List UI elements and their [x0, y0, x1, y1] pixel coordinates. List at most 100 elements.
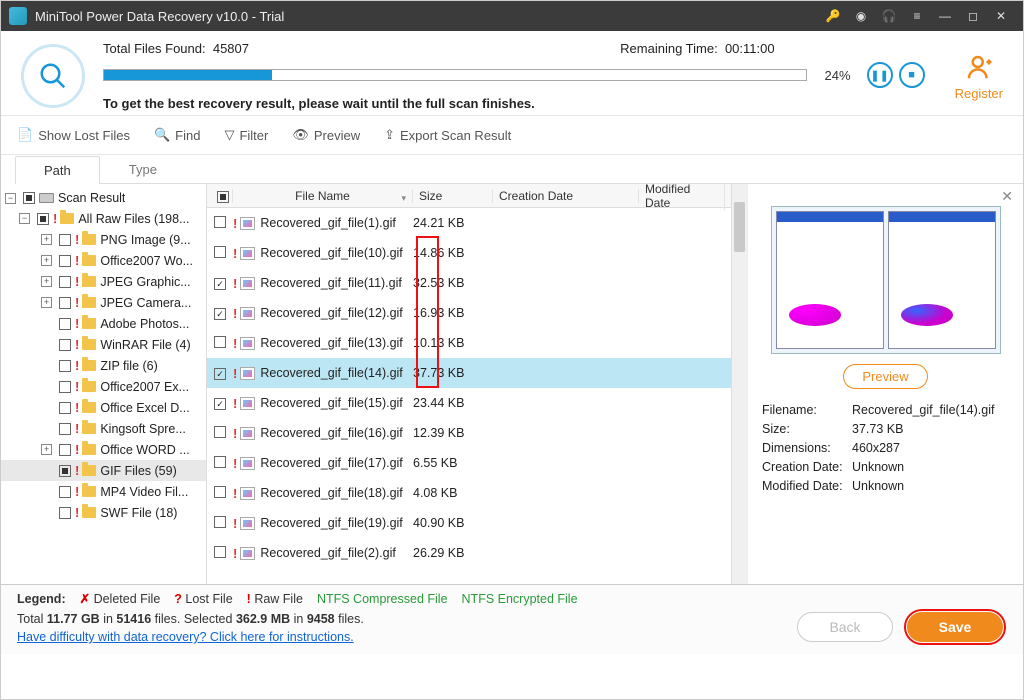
col-modified-date[interactable]: Modified Date: [639, 184, 725, 210]
file-icon: [240, 487, 255, 500]
menu-icon[interactable]: ≡: [905, 4, 929, 28]
file-icon: [240, 277, 255, 290]
col-creation-date[interactable]: Creation Date: [493, 189, 639, 203]
file-row[interactable]: !Recovered_gif_file(2).gif26.29 KB: [207, 538, 731, 568]
meta-size-label: Size:: [762, 422, 852, 436]
file-row[interactable]: !Recovered_gif_file(16).gif12.39 KB: [207, 418, 731, 448]
meta-creation-value: Unknown: [852, 460, 904, 474]
main-panel: −Scan Result −!All Raw Files (198...+!PN…: [1, 184, 1023, 584]
file-checkbox[interactable]: [214, 336, 226, 348]
headphones-icon[interactable]: 🎧: [877, 4, 901, 28]
tree-item[interactable]: +!Office2007 Wo...: [1, 250, 206, 271]
col-filename[interactable]: File Name▾: [233, 189, 413, 203]
file-icon: [240, 547, 255, 560]
tree-item[interactable]: !Office Excel D...: [1, 397, 206, 418]
progress-bar: [103, 69, 807, 81]
tree-item[interactable]: !Adobe Photos...: [1, 313, 206, 334]
maximize-button[interactable]: ◻: [961, 4, 985, 28]
file-row[interactable]: ✓!Recovered_gif_file(15).gif23.44 KB: [207, 388, 731, 418]
file-checkbox[interactable]: [214, 546, 226, 558]
select-all-checkbox[interactable]: [217, 191, 229, 203]
tree-item[interactable]: +!JPEG Camera...: [1, 292, 206, 313]
file-icon: [240, 247, 255, 260]
tree-item[interactable]: !Office2007 Ex...: [1, 376, 206, 397]
scan-progress-section: Total Files Found: 45807 Remaining Time:…: [1, 31, 1023, 115]
file-name: Recovered_gif_file(16).gif: [260, 426, 402, 440]
key-icon[interactable]: 🔑: [821, 4, 845, 28]
file-checkbox[interactable]: ✓: [214, 398, 226, 410]
help-link[interactable]: Have difficulty with data recovery? Clic…: [17, 630, 354, 644]
preview-button[interactable]: Preview: [843, 364, 927, 389]
status-bar: Legend: ✗ Deleted File ? Lost File ! Raw…: [1, 584, 1023, 654]
file-checkbox[interactable]: ✓: [214, 278, 226, 290]
tree-item[interactable]: !MP4 Video Fil...: [1, 481, 206, 502]
file-row[interactable]: ✓!Recovered_gif_file(14).gif37.73 KB: [207, 358, 731, 388]
col-size[interactable]: Size: [413, 189, 493, 203]
file-name: Recovered_gif_file(2).gif: [260, 546, 396, 560]
preview-toolbar-button[interactable]: 👁 Preview: [292, 127, 360, 143]
tree-item[interactable]: +!PNG Image (9...: [1, 229, 206, 250]
export-scan-button[interactable]: ⇪ Export Scan Result: [384, 127, 511, 143]
file-icon: [240, 517, 255, 530]
file-name: Recovered_gif_file(18).gif: [260, 486, 402, 500]
pause-button[interactable]: ❚❚: [867, 62, 893, 88]
tree-item[interactable]: +!JPEG Graphic...: [1, 271, 206, 292]
file-row[interactable]: !Recovered_gif_file(1).gif24.21 KB: [207, 208, 731, 238]
file-row[interactable]: !Recovered_gif_file(18).gif4.08 KB: [207, 478, 731, 508]
file-size: 4.08 KB: [413, 486, 493, 500]
file-icon: [240, 457, 255, 470]
file-icon: [240, 427, 255, 440]
file-row[interactable]: ✓!Recovered_gif_file(12).gif16.93 KB: [207, 298, 731, 328]
close-preview-icon[interactable]: ✕: [1001, 188, 1013, 205]
tree-item[interactable]: −!All Raw Files (198...: [1, 208, 206, 229]
file-name: Recovered_gif_file(1).gif: [260, 216, 396, 230]
file-size: 12.39 KB: [413, 426, 493, 440]
preview-thumbnail: [771, 206, 1001, 354]
file-checkbox[interactable]: [214, 486, 226, 498]
preview-panel: ✕ Preview Filename:Recovered_gif_file(14…: [747, 184, 1023, 584]
file-name: Recovered_gif_file(19).gif: [260, 516, 402, 530]
tab-type[interactable]: Type: [100, 155, 186, 183]
app-logo-icon: [9, 7, 27, 25]
file-checkbox[interactable]: ✓: [214, 308, 226, 320]
file-row[interactable]: !Recovered_gif_file(19).gif40.90 KB: [207, 508, 731, 538]
back-button[interactable]: Back: [797, 612, 893, 642]
tree-item[interactable]: !SWF File (18): [1, 502, 206, 523]
tree-item[interactable]: !WinRAR File (4): [1, 334, 206, 355]
file-checkbox[interactable]: [214, 516, 226, 528]
find-button[interactable]: 🔍 Find: [154, 127, 200, 143]
tab-path[interactable]: Path: [15, 156, 100, 184]
file-name: Recovered_gif_file(14).gif: [260, 366, 402, 380]
filter-button[interactable]: ▽ Filter: [224, 127, 268, 143]
disc-icon[interactable]: ◉: [849, 4, 873, 28]
tree-item[interactable]: +!Office WORD ...: [1, 439, 206, 460]
tree-root[interactable]: −Scan Result: [1, 188, 206, 208]
file-icon: [240, 217, 255, 230]
app-title: MiniTool Power Data Recovery v10.0 - Tri…: [35, 9, 284, 24]
stop-button[interactable]: ■: [899, 62, 925, 88]
file-row[interactable]: !Recovered_gif_file(17).gif6.55 KB: [207, 448, 731, 478]
file-icon: [240, 307, 255, 320]
file-size: 26.29 KB: [413, 546, 493, 560]
tree-item[interactable]: !ZIP file (6): [1, 355, 206, 376]
show-lost-files-button[interactable]: 📄 Show Lost Files: [17, 127, 130, 143]
file-icon: [240, 337, 255, 350]
save-button[interactable]: Save: [907, 612, 1003, 642]
file-row[interactable]: ✓!Recovered_gif_file(11).gif32.53 KB: [207, 268, 731, 298]
file-checkbox[interactable]: [214, 426, 226, 438]
close-button[interactable]: ✕: [989, 4, 1013, 28]
toolbar: 📄 Show Lost Files 🔍 Find ▽ Filter 👁 Prev…: [1, 115, 1023, 155]
minimize-button[interactable]: —: [933, 4, 957, 28]
register-button[interactable]: Register: [955, 52, 1003, 101]
folder-tree[interactable]: −Scan Result −!All Raw Files (198...+!PN…: [1, 184, 207, 584]
file-list-panel: File Name▾ Size Creation Date Modified D…: [207, 184, 747, 584]
file-checkbox[interactable]: [214, 456, 226, 468]
file-checkbox[interactable]: [214, 246, 226, 258]
file-row[interactable]: !Recovered_gif_file(10).gif14.86 KB: [207, 238, 731, 268]
tree-item[interactable]: !Kingsoft Spre...: [1, 418, 206, 439]
file-row[interactable]: !Recovered_gif_file(13).gif10.13 KB: [207, 328, 731, 358]
file-checkbox[interactable]: ✓: [214, 368, 226, 380]
tree-item[interactable]: !GIF Files (59): [1, 460, 206, 481]
file-checkbox[interactable]: [214, 216, 226, 228]
file-list-scrollbar[interactable]: [731, 184, 747, 584]
